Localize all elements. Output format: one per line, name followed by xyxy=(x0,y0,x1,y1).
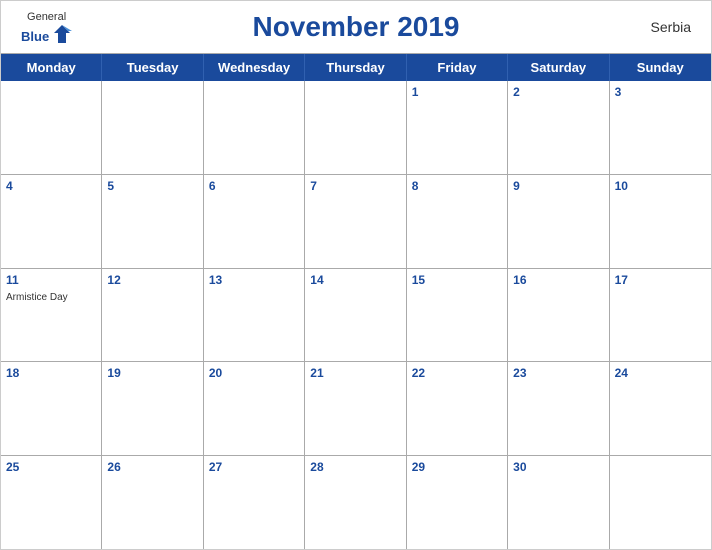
day-number: 16 xyxy=(513,273,603,287)
country-label: Serbia xyxy=(651,19,691,35)
day-event: Armistice Day xyxy=(6,292,68,303)
calendar-grid: MondayTuesdayWednesdayThursdayFridaySatu… xyxy=(1,53,711,549)
day-cell: 17 xyxy=(610,269,711,362)
day-number: 6 xyxy=(209,179,299,193)
day-cell: 4 xyxy=(1,175,102,268)
day-number: 20 xyxy=(209,366,299,380)
day-cell: 23 xyxy=(508,362,609,455)
day-cell: 12 xyxy=(102,269,203,362)
day-cell: 6 xyxy=(204,175,305,268)
day-cell xyxy=(204,81,305,174)
logo-blue: Blue xyxy=(21,29,49,44)
day-number: 2 xyxy=(513,85,603,99)
day-cell: 13 xyxy=(204,269,305,362)
day-number: 5 xyxy=(107,179,197,193)
day-header-friday: Friday xyxy=(407,54,508,81)
day-number: 28 xyxy=(310,460,400,474)
day-cell: 1 xyxy=(407,81,508,174)
week-row-4: 25 26 27 28 29 30 xyxy=(1,456,711,549)
day-cell: 27 xyxy=(204,456,305,549)
day-number: 21 xyxy=(310,366,400,380)
day-number: 29 xyxy=(412,460,502,474)
weeks-container: 1234567891011Armistice Day12131415161718… xyxy=(1,81,711,549)
day-number: 10 xyxy=(615,179,706,193)
day-number: 30 xyxy=(513,460,603,474)
day-cell: 15 xyxy=(407,269,508,362)
day-number: 3 xyxy=(615,85,706,99)
week-row-0: 123 xyxy=(1,81,711,175)
day-cell: 2 xyxy=(508,81,609,174)
day-cell: 8 xyxy=(407,175,508,268)
calendar-title: November 2019 xyxy=(252,11,459,43)
day-header-monday: Monday xyxy=(1,54,102,81)
day-number: 4 xyxy=(6,179,96,193)
day-cell: 5 xyxy=(102,175,203,268)
logo: General Blue xyxy=(21,11,72,50)
day-headers-row: MondayTuesdayWednesdayThursdayFridaySatu… xyxy=(1,54,711,81)
day-header-wednesday: Wednesday xyxy=(204,54,305,81)
day-cell: 7 xyxy=(305,175,406,268)
day-number: 22 xyxy=(412,366,502,380)
calendar: General Blue November 2019 Serbia Monday… xyxy=(0,0,712,550)
day-cell: 10 xyxy=(610,175,711,268)
day-header-tuesday: Tuesday xyxy=(102,54,203,81)
day-cell: 20 xyxy=(204,362,305,455)
logo-general: General xyxy=(27,11,66,23)
day-cell: 3 xyxy=(610,81,711,174)
logo-bird-icon xyxy=(52,23,72,50)
day-number: 15 xyxy=(412,273,502,287)
day-header-thursday: Thursday xyxy=(305,54,406,81)
day-cell xyxy=(305,81,406,174)
day-number: 8 xyxy=(412,179,502,193)
day-number: 23 xyxy=(513,366,603,380)
day-number: 25 xyxy=(6,460,96,474)
week-row-3: 18 19 20 21 22 23 24 xyxy=(1,362,711,456)
day-cell xyxy=(1,81,102,174)
day-number: 11 xyxy=(6,273,96,287)
day-cell: 29 xyxy=(407,456,508,549)
day-number: 13 xyxy=(209,273,299,287)
day-cell: 9 xyxy=(508,175,609,268)
week-row-1: 456789 10 xyxy=(1,175,711,269)
day-cell: 24 xyxy=(610,362,711,455)
day-cell: 28 xyxy=(305,456,406,549)
day-cell: 22 xyxy=(407,362,508,455)
day-number: 26 xyxy=(107,460,197,474)
day-cell: 30 xyxy=(508,456,609,549)
day-cell: 11 Armistice Day xyxy=(1,269,102,362)
day-cell: 18 xyxy=(1,362,102,455)
day-number: 17 xyxy=(615,273,706,287)
day-cell: 14 xyxy=(305,269,406,362)
day-cell: 25 xyxy=(1,456,102,549)
day-number: 24 xyxy=(615,366,706,380)
day-number: 27 xyxy=(209,460,299,474)
calendar-header: General Blue November 2019 Serbia xyxy=(1,1,711,53)
day-cell: 26 xyxy=(102,456,203,549)
week-row-2: 11 Armistice Day 12 13 14 15 16 17 xyxy=(1,269,711,363)
day-cell: 16 xyxy=(508,269,609,362)
day-number: 1 xyxy=(412,85,502,99)
day-number: 19 xyxy=(107,366,197,380)
day-number: 9 xyxy=(513,179,603,193)
day-cell: 21 xyxy=(305,362,406,455)
day-number: 18 xyxy=(6,366,96,380)
day-number: 12 xyxy=(107,273,197,287)
day-cell xyxy=(610,456,711,549)
day-header-saturday: Saturday xyxy=(508,54,609,81)
day-cell: 19 xyxy=(102,362,203,455)
day-cell xyxy=(102,81,203,174)
day-header-sunday: Sunday xyxy=(610,54,711,81)
day-number: 7 xyxy=(310,179,400,193)
day-number: 14 xyxy=(310,273,400,287)
